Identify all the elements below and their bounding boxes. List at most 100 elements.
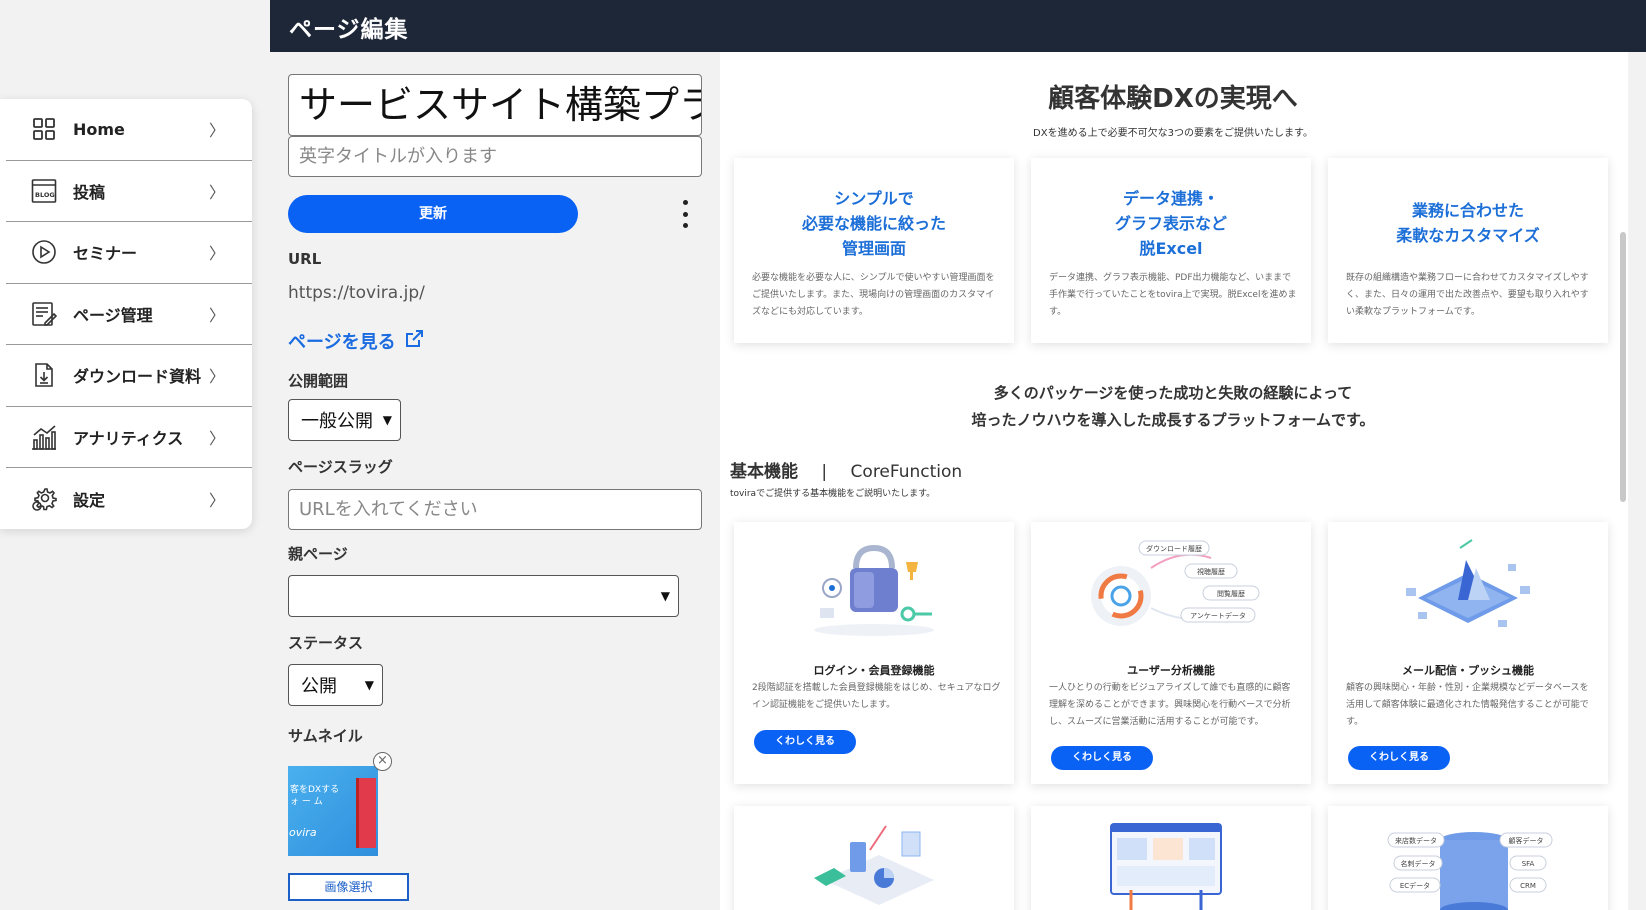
preview-heading: 顧客体験DXの実現へ — [1048, 84, 1298, 114]
section-title: 基本機能 — [730, 462, 798, 482]
svg-text:BLOG: BLOG — [35, 191, 55, 199]
chevron-right-icon: 〉 — [208, 428, 225, 448]
value-card: シンプルで 必要な機能に絞った 管理画面 必要な機能を必要な人に、シンプルで使い… — [734, 158, 1014, 343]
more-details-button[interactable]: くわしく見る — [1348, 746, 1450, 770]
view-page-link[interactable]: ページを見る — [288, 328, 424, 354]
more-details-button[interactable]: くわしく見る — [754, 730, 856, 754]
sidebar-item-label: セミナー — [73, 244, 138, 264]
external-link-icon — [404, 329, 424, 354]
card-title: シンプルで 必要な機能に絞った 管理画面 — [801, 189, 946, 258]
preview-scroll-thumb[interactable] — [1620, 232, 1626, 502]
chevron-down-icon: ▼ — [382, 413, 392, 427]
sidebar-item-downloads[interactable]: ダウンロード資料 〉 — [6, 345, 252, 407]
page-edit-icon — [31, 301, 57, 327]
page-title: ページ編集 — [289, 17, 409, 43]
door-illustration — [356, 778, 376, 848]
chevron-down-icon: ▼ — [364, 678, 374, 692]
update-button[interactable]: 更新 — [288, 195, 578, 233]
thumbnail-text: 客をDXする ォ ー ム — [290, 785, 340, 807]
visibility-label: 公開範囲 — [288, 372, 349, 390]
visibility-select[interactable]: 一般公開 ▼ — [288, 399, 401, 441]
analytics-tag: ダウンロード履歴 — [1146, 544, 1202, 553]
english-title-input[interactable]: 英字タイトルが入ります — [288, 136, 702, 177]
card-body: データ連携、グラフ表示機能、PDF出力機能など、いままで手作業で行っていたことを… — [1049, 273, 1297, 317]
download-doc-icon — [31, 362, 57, 388]
chevron-right-icon: 〉 — [208, 244, 225, 264]
gear-icon — [31, 486, 57, 512]
sidebar-item-label: ページ管理 — [73, 305, 153, 325]
sidebar-item-label: ダウンロード資料 — [73, 367, 202, 387]
chevron-right-icon: 〉 — [208, 182, 225, 202]
feature-body: 2段階認証を搭載した会員登録機能をはじめ、セキュアなログイン認証機能をご提供いた… — [752, 683, 1001, 710]
preview-mid-text: 多くのパッケージを使った成功と失敗の経験によって 培ったノウハウを導入した成長す… — [971, 384, 1375, 429]
data-source-tag: 顧客データ — [1509, 836, 1544, 845]
section-divider: | — [821, 462, 828, 482]
section-subtitle: toviraでご提供する基本機能をご説明いたします。 — [730, 489, 936, 499]
sidebar: Home 〉 BLOG 投稿 〉 セミナー 〉 ページ管理 〉 ダウンロード資料… — [0, 99, 252, 529]
card-body: 必要な機能を必要な人に、シンプルで使いやすい管理画面をご提供いたします。また、現… — [752, 273, 995, 317]
data-source-tag: 来店数データ — [1395, 836, 1437, 845]
url-value: https://tovira.jp/ — [288, 283, 425, 303]
feature-card — [1031, 806, 1311, 910]
parent-page-label: 親ページ — [288, 545, 348, 563]
data-source-tag: CRM — [1520, 882, 1536, 890]
analytics-tag: 視聴履歴 — [1197, 567, 1225, 576]
url-label: URL — [288, 250, 322, 268]
data-source-tag: ECデータ — [1400, 881, 1430, 890]
visibility-value: 一般公開 — [301, 411, 373, 432]
feature-card: ログイン・会員登録機能 2段階認証を搭載した会員登録機能をはじめ、セキュアなログ… — [734, 522, 1014, 784]
devices-illustration — [804, 820, 954, 910]
feature-title: メール配信・プッシュ機能 — [1402, 664, 1534, 677]
data-source-tag: 名刺データ — [1401, 859, 1436, 868]
section-title-en: CoreFunction — [850, 462, 963, 482]
status-select[interactable]: 公開 ▼ — [288, 664, 383, 706]
sidebar-item-home[interactable]: Home 〉 — [6, 99, 252, 161]
sidebar-item-seminar[interactable]: セミナー 〉 — [6, 222, 252, 284]
lock-illustration — [804, 538, 944, 638]
more-details-button[interactable]: くわしく見る — [1051, 746, 1153, 770]
status-value: 公開 — [301, 676, 337, 697]
preview-subheading: DXを進める上で必要不可欠な3つの要素をご提供いたします。 — [1033, 128, 1313, 139]
analytics-tag: アンケートデータ — [1190, 611, 1246, 620]
chevron-down-icon: ▼ — [660, 589, 670, 603]
value-card: データ連携・ グラフ表示など 脱Excel データ連携、グラフ表示機能、PDF出… — [1031, 158, 1311, 343]
feature-card: メール配信・プッシュ機能 顧客の興味関心・年齢・性別・企業規模などデータベースを… — [1328, 522, 1608, 784]
slug-input[interactable]: URLを入れてください — [288, 489, 702, 530]
thumbnail-image: 客をDXする ォ ー ム ovira — [288, 766, 378, 856]
card-body: 既存の組織構造や業務フローに合わせてカスタマイズしやすく、また、日々の運用で出た… — [1346, 273, 1589, 317]
value-card: 業務に合わせた 柔軟なカスタマイズ 既存の組織構造や業務フローに合わせてカスタマ… — [1328, 158, 1608, 343]
chevron-right-icon: 〉 — [208, 490, 225, 510]
title-input[interactable]: サービスサイト構築プラ — [288, 74, 702, 136]
feature-body: 顧客の興味関心・年齢・性別・企業規模などデータベースを活用して顧客体験に最適化さ… — [1346, 683, 1589, 727]
slug-label: ページスラッグ — [288, 458, 393, 476]
feature-card: ダウンロード履歴 視聴履歴 閲覧履歴 アンケートデータ ユーザー分析機能 一人ひ… — [1031, 522, 1311, 784]
grid-icon — [31, 116, 57, 142]
chevron-right-icon: 〉 — [208, 121, 225, 141]
view-page-label: ページを見る — [288, 332, 396, 353]
analytics-illustration: ダウンロード履歴 視聴履歴 閲覧履歴 アンケートデータ — [1081, 538, 1271, 638]
dashboard-illustration — [1101, 820, 1241, 910]
sidebar-item-analytics[interactable]: アナリティクス 〉 — [6, 407, 252, 468]
thumbnail-label: サムネイル — [288, 727, 363, 745]
chevron-right-icon: 〉 — [208, 305, 225, 325]
feature-card: 来店数データ 顧客データ 名刺データ SFA ECデータ CRM — [1328, 806, 1608, 910]
top-bar: ページ編集 — [270, 0, 1646, 52]
sidebar-item-label: 設定 — [73, 490, 106, 510]
thumbnail-logo: ovira — [289, 826, 317, 839]
page-preview: 顧客体験DXの実現へ DXを進める上で必要不可欠な3つの要素をご提供いたします。… — [720, 52, 1626, 910]
parent-page-select[interactable]: ▼ — [288, 575, 679, 617]
chevron-right-icon: 〉 — [208, 367, 225, 387]
feature-card — [734, 806, 1014, 910]
image-select-button[interactable]: 画像選択 — [288, 873, 409, 901]
sidebar-item-label: Home — [73, 119, 125, 139]
feature-title: ユーザー分析機能 — [1127, 664, 1215, 677]
sidebar-item-label: 投稿 — [73, 182, 106, 202]
sidebar-item-settings[interactable]: 設定 〉 — [6, 468, 252, 530]
analytics-icon — [31, 424, 57, 450]
more-options-icon[interactable] — [680, 200, 690, 228]
play-circle-icon — [31, 239, 57, 265]
section-heading: 基本機能 | CoreFunction — [730, 457, 962, 482]
sidebar-item-posts[interactable]: BLOG 投稿 〉 — [6, 161, 252, 222]
sidebar-item-page-management[interactable]: ページ管理 〉 — [6, 284, 252, 345]
close-icon[interactable]: × — [373, 752, 392, 771]
